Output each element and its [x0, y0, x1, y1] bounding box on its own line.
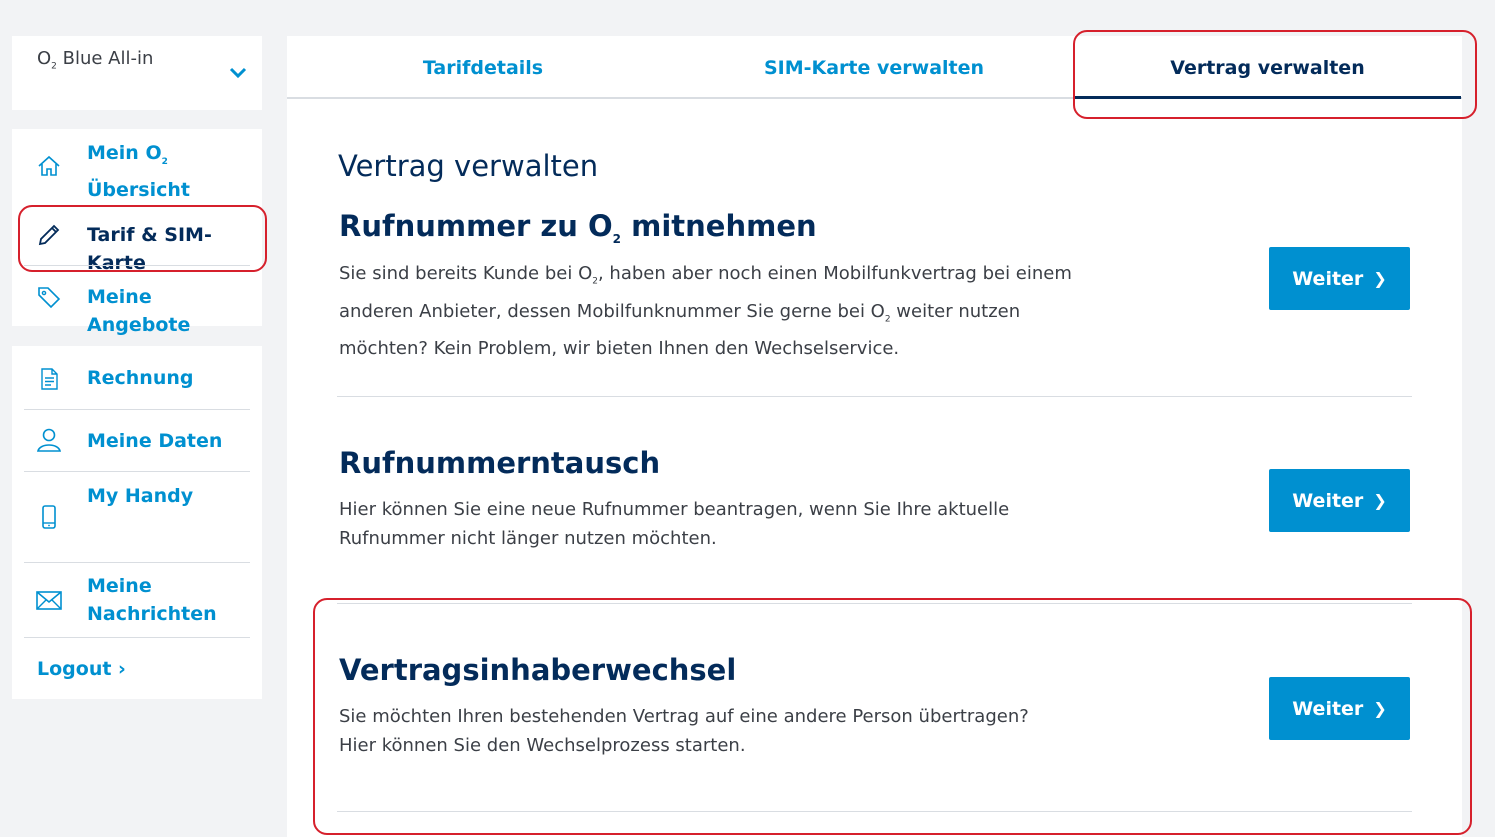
section-title-rufnummerntausch: Rufnummerntausch — [339, 446, 661, 480]
chevron-right-icon: ❯ — [1373, 269, 1387, 288]
primary-nav: Mein O2 Übersicht Tarif & SIM-Karte Mein… — [12, 129, 262, 336]
section-title-rufnummer-mitnehmen: Rufnummer zu O2 mitnehmen — [339, 209, 817, 246]
nav-item-mein-o2[interactable]: Mein O2 Übersicht — [24, 139, 250, 201]
nav-label-rechnung: Rechnung — [87, 367, 194, 389]
tab-tarifdetails[interactable]: Tarifdetails — [287, 36, 679, 98]
nav-label-tarif-sim: Tarif & SIM-Karte — [87, 224, 212, 274]
nav-divider — [24, 562, 250, 563]
user-icon — [36, 428, 62, 452]
section-text-rufnummerntausch: Hier können Sie eine neue Rufnummer bean… — [339, 499, 1010, 549]
home-icon — [38, 155, 60, 176]
nav-item-meine-nachrichten[interactable]: Meine Nachrichten — [24, 572, 250, 632]
section-divider — [337, 396, 1412, 397]
nav-item-rechnung[interactable]: Rechnung — [24, 360, 250, 398]
nav-divider — [24, 637, 250, 638]
weiter-button-rufnummerntausch[interactable]: Weiter ❯ — [1269, 469, 1410, 532]
section-text-rufnummer-mitnehmen: Sie sind bereits Kunde bei O2, haben abe… — [339, 263, 1072, 360]
nav-label-meine-daten: Meine Daten — [87, 430, 223, 452]
pencil-icon — [38, 224, 60, 246]
nav-label-my-handy: My Handy — [87, 485, 194, 507]
nav-item-meine-angebote[interactable]: Meine Angebote — [24, 279, 250, 336]
tab-sim-karte-verwalten[interactable]: SIM-Karte verwalten — [679, 36, 1069, 98]
chevron-down-icon[interactable] — [228, 63, 248, 83]
nav-item-meine-daten[interactable]: Meine Daten — [24, 422, 250, 460]
tariff-name: O2 Blue All-in — [37, 48, 154, 72]
nav-item-tarif-sim[interactable]: Tarif & SIM-Karte — [24, 207, 250, 274]
document-icon — [41, 368, 58, 390]
logout-link[interactable]: Logout › — [37, 655, 126, 683]
chevron-right-icon: ❯ — [1373, 491, 1387, 510]
weiter-button-rufnummer-mitnehmen[interactable]: Weiter ❯ — [1269, 247, 1410, 310]
section-text-vertragsinhaberwechsel: Sie möchten Ihren bestehenden Vertrag au… — [339, 706, 1029, 756]
nav-divider — [24, 409, 250, 410]
nav-label-meine-angebote: Meine Angebote — [87, 286, 191, 336]
envelope-icon — [36, 591, 62, 610]
nav-label-meine-nachrichten: Meine Nachrichten — [87, 575, 217, 625]
page-title: Vertrag verwalten — [338, 149, 599, 183]
section-title-vertragsinhaberwechsel: Vertragsinhaberwechsel — [339, 653, 737, 687]
tag-icon — [38, 287, 61, 309]
section-divider — [337, 603, 1412, 604]
nav-label-mein-o2: Mein O2 Übersicht — [87, 142, 190, 201]
tariff-selector[interactable]: O2 Blue All-in — [12, 36, 262, 110]
nav-item-my-handy[interactable]: My Handy — [24, 480, 250, 556]
section-divider — [337, 811, 1412, 812]
secondary-nav: Rechnung Meine Daten My Handy Meine Nach… — [12, 346, 262, 699]
tab-active-indicator — [1074, 96, 1461, 99]
nav-divider — [24, 471, 250, 472]
main-content: Tarifdetails SIM-Karte verwalten Vertrag… — [287, 36, 1462, 837]
nav-divider — [24, 265, 250, 266]
weiter-button-vertragsinhaberwechsel[interactable]: Weiter ❯ — [1269, 677, 1410, 740]
phone-icon — [42, 505, 56, 529]
chevron-right-icon: ❯ — [1373, 699, 1387, 718]
tab-vertrag-verwalten[interactable]: Vertrag verwalten — [1074, 36, 1461, 98]
